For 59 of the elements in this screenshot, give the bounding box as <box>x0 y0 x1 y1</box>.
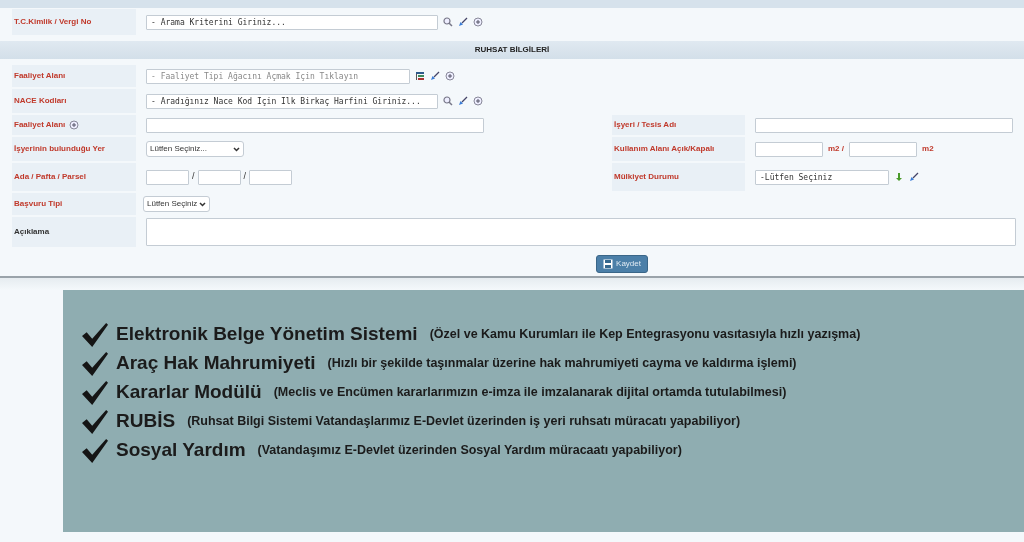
input-field[interactable] <box>755 141 823 157</box>
broom-icon[interactable] <box>458 17 468 27</box>
field-label: İşyeri / Tesis Adı <box>614 119 677 131</box>
feature-title: Elektronik Belge Yönetim Sistemi <box>116 322 418 347</box>
feature-title: Sosyal Yardım <box>116 438 246 463</box>
field-label: Ada / Pafta / Parsel <box>14 171 87 183</box>
input-field[interactable] <box>249 169 293 185</box>
dropdown[interactable]: Lütfen Seçiniz... <box>146 141 244 157</box>
separator-label: / <box>243 170 247 184</box>
field-label: İşyerinin bulunduğu Yer <box>14 143 105 155</box>
input-field[interactable] <box>146 169 189 185</box>
broom-icon[interactable] <box>430 71 440 81</box>
field-label: Kullanım Alanı Açık/Kapalı <box>614 143 715 155</box>
field-label: NACE Kodları <box>14 95 67 107</box>
tree-icon[interactable] <box>415 71 425 81</box>
checkmark-icon <box>80 350 110 377</box>
down-arrow-icon[interactable] <box>894 172 904 182</box>
input-field[interactable]: -Lütfen Seçiniz <box>755 169 889 185</box>
field-label: Mülkiyet Durumu <box>614 171 679 183</box>
section-header: RUHSAT BİLGİLERİ <box>0 41 1024 59</box>
checkmark-icon <box>80 437 110 464</box>
input-field[interactable]: - Arama Kriterini Giriniz... <box>146 14 438 30</box>
field-label: Başvuru Tipi <box>14 198 63 210</box>
input-field[interactable]: - Aradığınız Nace Kod İçin İlk Birkaç Harfini Giriniz... <box>146 93 438 109</box>
zoom-in-icon[interactable] <box>473 96 483 106</box>
zoom-in-icon[interactable] <box>69 120 80 130</box>
caret-icon <box>233 146 240 152</box>
feature-description: (Ruhsat Bilgi Sistemi Vatandaşlarımız E-Devlet üzerinden iş yeri ruhsatı müracatı yapabiliyor) <box>187 413 741 431</box>
field-label: Faaliyet Alanı <box>14 119 66 131</box>
unit-label: m2 <box>922 143 934 155</box>
search-icon[interactable] <box>443 96 453 106</box>
feature-description: (Hızlı bir şekilde taşınmalar üzerine hak mahrumiyeti cayma ve kaldırma işlemi) <box>327 355 797 373</box>
checkmark-icon <box>80 321 110 348</box>
field-label: Faaliyet Alanı <box>14 70 66 82</box>
zoom-in-icon[interactable] <box>473 17 483 27</box>
dropdown[interactable]: Lütfen Seçiniz <box>143 196 210 212</box>
input-field[interactable] <box>146 117 484 133</box>
feature-description: (Vatandaşımız E-Devlet üzerinden Sosyal Yardım müracaatı yapabiliyor) <box>257 442 682 460</box>
broom-icon[interactable] <box>909 172 919 182</box>
field-label: Açıklama <box>14 226 50 238</box>
zoom-in-icon[interactable] <box>445 71 455 81</box>
input-field[interactable] <box>197 169 241 185</box>
caret-icon <box>199 201 206 207</box>
feature-title: Kararlar Modülü <box>116 380 262 405</box>
separator-label: / <box>192 170 195 184</box>
unit-label: m2 / <box>828 143 844 155</box>
feature-title: Araç Hak Mahrumiyeti <box>116 351 316 376</box>
feature-description: (Özel ve Kamu Kurumları ile Kep Entegrasyonu vasıtasıyla hızlı yazışma) <box>429 326 861 344</box>
feature-description: (Meclis ve Encümen kararlarımızın e-imza ile imzalanarak dijital ortamda tutulabilmesi) <box>273 384 787 402</box>
feature-title: RUBİS <box>116 409 176 434</box>
input-field[interactable]: - Faaliyet Tipi Ağacını Açmak İçin Tıklayın <box>146 68 410 84</box>
checkmark-icon <box>80 379 110 406</box>
input-field[interactable] <box>755 117 1013 133</box>
save-button[interactable]: Kaydet <box>596 255 648 273</box>
input-field[interactable] <box>849 141 917 157</box>
broom-icon[interactable] <box>458 96 468 106</box>
field-label: T.C.Kimlik / Vergi No <box>14 16 92 28</box>
search-icon[interactable] <box>443 17 453 27</box>
checkmark-icon <box>80 408 110 435</box>
